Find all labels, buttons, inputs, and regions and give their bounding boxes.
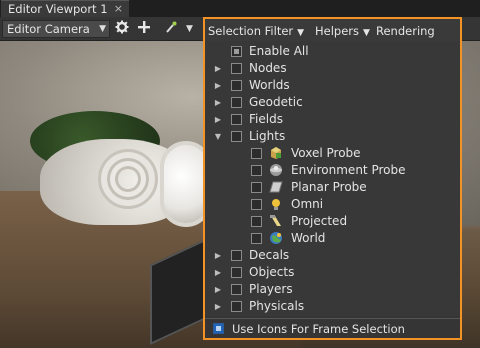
filter-item-label: Nodes	[249, 61, 287, 75]
filter-item[interactable]: ▶ Fields	[205, 111, 460, 128]
filter-item[interactable]: ▼ Lights	[205, 128, 460, 145]
filter-subitem[interactable]: Environment Probe	[205, 162, 460, 179]
checkbox[interactable]	[251, 165, 262, 176]
filter-item[interactable]: ▶ Worlds	[205, 77, 460, 94]
use-icons-option[interactable]: Use Icons For Frame Selection	[205, 318, 460, 338]
filter-subitem[interactable]: Projected	[205, 213, 460, 230]
filter-item-label: Fields	[249, 112, 283, 126]
checkbox[interactable]	[231, 46, 242, 57]
filter-item-label: Environment Probe	[291, 163, 406, 177]
expand-arrow-icon[interactable]: ▶	[213, 247, 223, 264]
expand-arrow-icon[interactable]: ▶	[213, 94, 223, 111]
filter-subitem[interactable]: World	[205, 230, 460, 247]
collapse-arrow-icon[interactable]: ▼	[213, 128, 223, 145]
filter-item-label: Lights	[249, 129, 286, 143]
camera-select-value: Editor Camera	[7, 22, 90, 36]
checkbox[interactable]	[231, 267, 242, 278]
checkbox[interactable]	[251, 199, 262, 210]
chevron-down-icon[interactable]: ▼	[186, 20, 193, 38]
filter-subitem[interactable]: Omni	[205, 196, 460, 213]
helpers-label: Helpers	[315, 24, 360, 38]
selection-filter-menu[interactable]: Selection Filter ▼	[208, 22, 304, 40]
wand-icon[interactable]	[162, 20, 180, 38]
filter-item-label: Objects	[249, 265, 295, 279]
filter-item[interactable]: ▶ Physicals	[205, 298, 460, 315]
filter-item[interactable]: ▶ Geodetic	[205, 94, 460, 111]
filter-item-label: Worlds	[249, 78, 290, 92]
chevron-down-icon: ▼	[297, 28, 305, 38]
camera-select[interactable]: Editor Camera ▼	[2, 20, 110, 38]
plus-icon[interactable]	[135, 20, 153, 38]
expand-arrow-icon[interactable]: ▶	[213, 77, 223, 94]
filter-subitem[interactable]: Voxel Probe	[205, 145, 460, 162]
checkbox[interactable]	[251, 216, 262, 227]
checkbox[interactable]	[251, 148, 262, 159]
filter-item-label: Geodetic	[249, 95, 303, 109]
filter-item-label: Projected	[291, 214, 348, 228]
filter-item-label: Physicals	[249, 299, 305, 313]
world-light-icon	[269, 231, 283, 245]
expand-arrow-icon[interactable]: ▶	[213, 60, 223, 77]
filter-item-label: Players	[249, 282, 293, 296]
helpers-menu[interactable]: Helpers ▼	[315, 22, 370, 40]
selection-filter-label: Selection Filter	[208, 24, 294, 38]
filter-item[interactable]: ▶ Objects	[205, 264, 460, 281]
checkbox[interactable]	[231, 284, 242, 295]
close-icon[interactable]: ×	[114, 1, 123, 17]
expand-arrow-icon[interactable]: ▶	[213, 281, 223, 298]
planar-probe-icon	[269, 180, 283, 194]
scene-pot-rings	[98, 149, 158, 209]
checkbox-checked[interactable]	[213, 323, 224, 334]
checkbox[interactable]	[231, 250, 242, 261]
omni-light-icon	[269, 197, 283, 211]
checkbox[interactable]	[231, 97, 242, 108]
tab-bar: Editor Viewport 1 ×	[0, 0, 480, 17]
checkbox[interactable]	[251, 233, 262, 244]
tab-title: Editor Viewport 1	[8, 2, 108, 16]
expand-arrow-icon[interactable]: ▶	[213, 298, 223, 315]
chevron-down-icon: ▼	[363, 28, 370, 38]
filter-item-label: Decals	[249, 248, 290, 262]
filter-item-label: Planar Probe	[291, 180, 367, 194]
filter-item[interactable]: ▶ Players	[205, 281, 460, 298]
filter-item-label: Enable All	[249, 44, 309, 58]
filter-item-label: Omni	[291, 197, 324, 211]
expand-arrow-icon[interactable]: ▶	[213, 111, 223, 128]
selection-filter-dropdown: Selection Filter▼ Helpers▼ Rendering Deb…	[203, 17, 462, 340]
filter-subitem[interactable]: Planar Probe	[205, 179, 460, 196]
menu-bar: Selection Filter▼ Helpers▼ Rendering Deb…	[205, 19, 460, 56]
filter-item[interactable]: ▶ Nodes	[205, 60, 460, 77]
use-icons-label: Use Icons For Frame Selection	[232, 322, 405, 336]
projected-light-icon	[269, 214, 283, 228]
filter-item-label: Voxel Probe	[291, 146, 361, 160]
chevron-down-icon: ▼	[99, 24, 106, 34]
expand-arrow-icon[interactable]: ▶	[213, 264, 223, 281]
checkbox[interactable]	[231, 114, 242, 125]
checkbox[interactable]	[251, 182, 262, 193]
checkbox[interactable]	[231, 131, 242, 142]
filter-item[interactable]: Enable All	[205, 43, 460, 60]
filter-item[interactable]: ▶ Decals	[205, 247, 460, 264]
filter-list: Enable All ▶ Nodes ▶ Worlds ▶ Geodetic ▶…	[205, 41, 460, 316]
filter-item-label: World	[291, 231, 326, 245]
voxel-probe-icon	[269, 146, 283, 160]
tab-editor-viewport[interactable]: Editor Viewport 1 ×	[1, 0, 129, 17]
gear-icon[interactable]	[113, 20, 131, 38]
environment-probe-icon	[269, 163, 283, 177]
checkbox[interactable]	[231, 80, 242, 91]
checkbox[interactable]	[231, 63, 242, 74]
checkbox[interactable]	[231, 301, 242, 312]
rendering-debug-menu[interactable]: Rendering Debug▼	[376, 22, 460, 56]
